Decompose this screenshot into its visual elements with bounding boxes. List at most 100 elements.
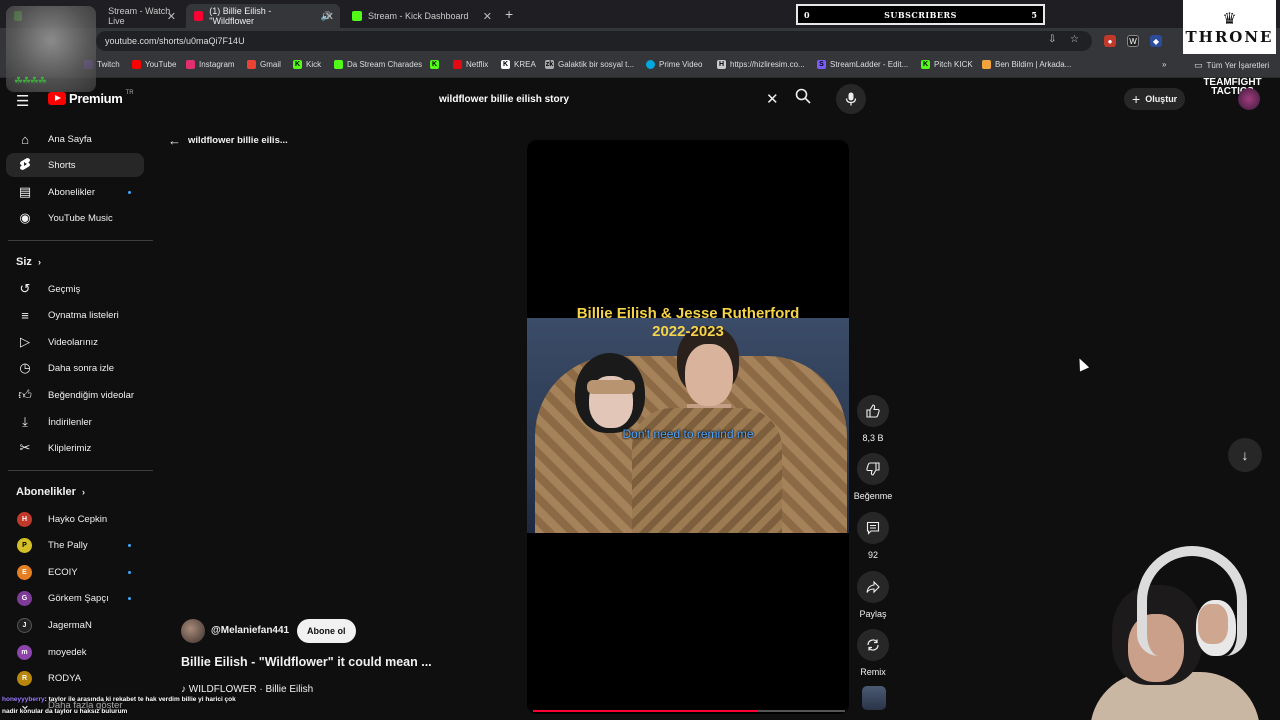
channel-avatar: H — [17, 511, 32, 527]
bookmark-instagram[interactable]: Instagram — [186, 60, 235, 69]
sound-thumbnail[interactable] — [862, 686, 886, 710]
videos-icon: ▷ — [20, 334, 30, 349]
close-icon[interactable]: ✕ — [483, 10, 492, 23]
sidebar-item-your-videos[interactable]: ▷ Videolarınız — [0, 330, 144, 354]
sidebar-item-watch-later[interactable]: ◷ Daha sonra izle — [0, 356, 144, 380]
bookmark-kick-2[interactable]: K — [430, 60, 439, 69]
dislike-button[interactable]: Beğenme — [852, 453, 894, 501]
sidebar-channel-hayko-cepkin[interactable]: H Hayko Cepkin — [0, 507, 144, 531]
tab-kick-dashboard[interactable]: Stream - Kick Dashboard ✕ — [344, 4, 498, 28]
tab-label: Stream - Watch Live — [108, 6, 171, 26]
youtube-premium-logo[interactable]: Premium TR — [48, 90, 134, 106]
new-content-dot — [128, 543, 131, 547]
sidebar-item-youtube-music[interactable]: ◉ YouTube Music — [0, 206, 144, 230]
next-short-button[interactable]: ↓ — [1228, 438, 1262, 472]
shorts-video-player[interactable]: Billie Eilish & Jesse Rutherford 2022-20… — [527, 140, 849, 714]
search-icon[interactable] — [795, 88, 811, 109]
video-overlay-years: 2022-2023 — [652, 323, 724, 340]
channel-avatar: E — [17, 564, 32, 580]
create-label: Oluştur — [1145, 94, 1178, 104]
sidebar-item-shorts[interactable]: Shorts — [6, 153, 144, 177]
bookmark-hizliresim[interactable]: Hhttps://hizliresim.co... — [717, 60, 805, 69]
back-arrow-icon: ← — [168, 133, 181, 148]
create-button[interactable]: + Oluştur — [1124, 88, 1186, 110]
bookmarks-bar: Twitch YouTube Instagram Gmail K Kick Da … — [0, 54, 1280, 78]
video-overlay-title: Billie Eilish & Jesse Rutherford — [576, 305, 800, 322]
bookmark-prime-video[interactable]: Prime Video — [646, 60, 702, 69]
subscribe-button[interactable]: Abone ol — [297, 619, 356, 643]
teamfight-tactics-logo: TEAMFIGHT TACTICS — [1185, 78, 1280, 97]
subscribers-goal-overlay: 0 SUBSCRIBERS 5 — [796, 4, 1045, 25]
sidebar-item-history[interactable]: ↺ Geçmiş — [0, 277, 144, 301]
back-to-search-link[interactable]: ← wildflower billie eilis... — [168, 133, 288, 148]
sidebar-subscriptions-heading[interactable]: Abonelikler › — [16, 486, 85, 498]
install-icon[interactable]: ⇩ — [1048, 34, 1056, 45]
mouse-cursor — [1074, 356, 1090, 372]
download-icon: ⤓ — [22, 414, 28, 429]
tab-youtube[interactable]: (1) Billie Eilish - "Wildflower 🔊 ✕ — [186, 4, 340, 28]
music-icon: ◉ — [19, 210, 31, 225]
sidebar-item-home[interactable]: ⌂ Ana Sayfa — [0, 127, 144, 151]
channel-avatar[interactable] — [181, 619, 205, 643]
url-field[interactable]: youtube.com/shorts/u0maQi7F14U ⇩ ☆ — [96, 31, 1092, 51]
sidebar-item-playlists[interactable]: ≡ Oynatma listeleri — [0, 303, 144, 327]
share-button[interactable]: Paylaş — [852, 571, 894, 619]
bookmark-gmail[interactable]: Gmail — [247, 60, 281, 69]
bookmark-ben-bildim[interactable]: Ben Bildim | Arkada... — [982, 60, 1071, 69]
youtube-play-icon — [48, 92, 66, 105]
channel-avatar: P — [17, 537, 32, 553]
bookmark-kick[interactable]: K Kick — [293, 60, 321, 69]
bookmark-streamladder[interactable]: S StreamLadder - Edit... — [817, 60, 908, 69]
music-attribution[interactable]: ♪ WILDFLOWER · Billie Eilish — [181, 684, 313, 695]
sidebar-you-heading[interactable]: Siz › — [16, 256, 41, 268]
comments-button[interactable]: 92 — [852, 512, 894, 560]
sidebar-divider — [8, 240, 153, 241]
sidebar-channel-rodya[interactable]: R RODYA — [0, 666, 144, 690]
logo-text: Premium — [69, 91, 123, 106]
menu-icon[interactable]: ☰ — [16, 92, 29, 110]
like-icon: 👍︎ — [18, 387, 32, 402]
sidebar-item-liked-videos[interactable]: 👍︎ Beğendiğim videolar — [0, 383, 144, 407]
sidebar-channel-moyedek[interactable]: m moyedek — [0, 640, 144, 664]
extension-icon[interactable]: ◆ — [1150, 35, 1162, 47]
remix-icon — [857, 629, 889, 661]
avatar[interactable] — [1238, 88, 1260, 110]
bookmark-youtube[interactable]: YouTube — [132, 60, 176, 69]
chat-text: : taylor ile arasında ki rekabet te hak … — [44, 696, 236, 703]
bookmark-charades[interactable]: Da Stream Charades — [334, 60, 422, 69]
new-tab-button[interactable]: + — [505, 6, 513, 22]
close-icon[interactable]: ✕ — [325, 10, 334, 23]
sidebar-channel-gorkem-sapci[interactable]: G Görkem Şapçı — [0, 586, 144, 610]
sidebar-channel-jagerman[interactable]: J JagermaN — [0, 613, 144, 637]
close-icon[interactable]: ✕ — [167, 10, 176, 23]
remix-button[interactable]: Remix — [852, 629, 894, 677]
chat-text: nadir konular da taylor u haksız bulurum — [2, 708, 128, 715]
channel-name[interactable]: @Melaniefan441 — [211, 625, 289, 636]
search-query: wildflower billie eilish story — [439, 93, 570, 105]
bookmarks-overflow-icon[interactable]: » — [1162, 60, 1166, 69]
video-title[interactable]: Billie Eilish - "Wildflower" it could me… — [181, 655, 432, 669]
clips-icon: ✂ — [19, 440, 31, 455]
video-progress-bar[interactable] — [533, 710, 845, 712]
bookmark-galaktik[interactable]: zk Galaktik bir sosyal t... — [545, 60, 634, 69]
bookmark-star-icon[interactable]: ☆ — [1070, 34, 1079, 45]
search-input[interactable]: wildflower billie eilish story ✕ — [428, 86, 790, 112]
sidebar-item-subscriptions[interactable]: ▤ Abonelikler — [0, 180, 144, 204]
bookmark-netflix[interactable]: Netflix — [453, 60, 488, 69]
bookmark-krea[interactable]: K KREA — [501, 60, 536, 69]
sidebar-item-clips[interactable]: ✂ Kliplerimiz — [0, 436, 144, 460]
all-bookmarks-folder[interactable]: ▭ Tüm Yer İşaretleri — [1194, 60, 1269, 71]
extension-icon[interactable]: W — [1127, 35, 1139, 47]
bookmark-pitch-kick[interactable]: K Pitch KICK — [921, 60, 973, 69]
clear-search-icon[interactable]: ✕ — [766, 90, 779, 108]
voice-search-button[interactable] — [836, 84, 866, 114]
shorts-icon — [17, 157, 33, 174]
extension-icon[interactable]: ● — [1104, 35, 1116, 47]
channel-avatar: R — [17, 670, 32, 686]
dislike-icon — [857, 453, 889, 485]
sidebar-item-downloads[interactable]: ⤓ İndirilenler — [0, 410, 144, 434]
sidebar-channel-the-pally[interactable]: P The Pally — [0, 533, 144, 557]
watch-later-icon: ◷ — [19, 360, 31, 375]
like-button[interactable]: 8,3 B — [852, 395, 894, 443]
sidebar-channel-ecoiy[interactable]: E ECOIY — [0, 560, 144, 584]
